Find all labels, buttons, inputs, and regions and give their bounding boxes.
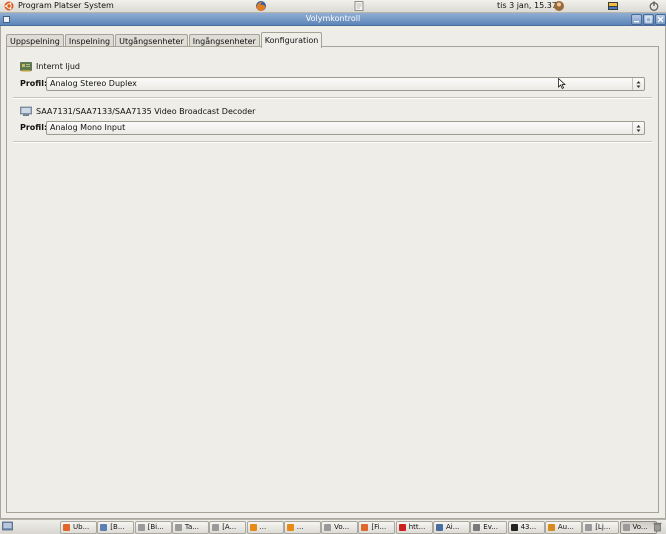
app-icon [510, 524, 518, 531]
maximize-icon [645, 16, 652, 23]
section-divider [13, 141, 652, 143]
taskbar-button[interactable]: htt... [395, 521, 433, 534]
app-icon [547, 524, 555, 531]
taskbar-button[interactable]: Au... [544, 521, 582, 534]
taskbar-button[interactable]: [A... [209, 521, 247, 534]
taskbar-button-label: Ta... [184, 523, 199, 531]
taskbar-button-label: ... [259, 523, 267, 531]
menu-program[interactable]: Program [18, 0, 52, 12]
app-icon [174, 524, 182, 531]
maximize-button[interactable] [643, 14, 654, 25]
profile-combo-internal-audio[interactable]: Analog Stereo Duplex [46, 77, 645, 91]
taskbar-button-label: [A... [222, 523, 237, 531]
app-icon [585, 524, 593, 531]
app-icon [249, 524, 257, 531]
taskbar-button[interactable]: ... [283, 521, 321, 534]
show-desktop-icon[interactable] [2, 521, 13, 532]
combo-updown-icon [632, 122, 644, 134]
taskbar-button[interactable]: Ai... [433, 521, 470, 534]
keyboard-layout-icon[interactable] [607, 0, 619, 12]
power-icon[interactable] [648, 0, 660, 12]
clock[interactable]: tis 3 jan, 15.37 [497, 0, 557, 12]
close-icon [657, 16, 664, 23]
tab-konfiguration[interactable]: Konfiguration [260, 32, 323, 48]
taskbar-button[interactable]: Ub... [60, 521, 97, 534]
taskbar-button-label: [Bi... [147, 523, 164, 531]
app-icon [212, 524, 220, 531]
sound-card-icon [20, 62, 32, 72]
taskbar-button[interactable]: [Lj... [582, 521, 620, 534]
bottom-panel: Ub... [B... [Bi... Ta... [A......... Vo... [Fi… [0, 519, 666, 534]
taskbar-button[interactable]: 43... [507, 521, 545, 534]
taskbar-button-label: Vo... [632, 523, 648, 531]
device-name: SAA7131/SAA7133/SAA7135 Video Broadcast … [36, 107, 256, 116]
app-icon [137, 524, 145, 531]
app-icon [63, 524, 70, 531]
taskbar-button[interactable]: Vo... [321, 521, 359, 534]
menu-platser[interactable]: Platser [54, 0, 81, 12]
taskbar-button[interactable]: Ta... [171, 521, 209, 534]
profile-combo-video-decoder[interactable]: Analog Mono Input [46, 121, 645, 135]
user-status-icon[interactable] [553, 0, 565, 12]
profile-label: Profil: [20, 123, 48, 132]
firefox-launcher-icon[interactable] [255, 0, 267, 12]
konfiguration-page: Internt ljud Profil: Analog Stereo Duple… [6, 46, 659, 513]
menu-system[interactable]: System [84, 0, 114, 12]
app-icon [286, 524, 294, 531]
top-panel: Program Platser System tis 3 jan, 15.37 [0, 0, 666, 13]
taskbar-button-label: Vo... [334, 523, 350, 531]
taskbar-button-label: htt... [408, 523, 426, 531]
notes-launcher-icon[interactable] [353, 0, 365, 12]
taskbar-button[interactable]: ... [246, 521, 284, 534]
app-icon [361, 524, 369, 531]
taskbar-button-label: [B... [110, 523, 125, 531]
taskbar-button-label: Ev... [483, 523, 498, 531]
app-icon [473, 524, 481, 531]
taskbar-button-label: Ai... [446, 523, 460, 531]
profile-value: Analog Stereo Duplex [50, 79, 137, 88]
window-title: Volymkontroll [305, 14, 361, 23]
app-icon [622, 524, 630, 531]
taskbar-button[interactable]: [Fi... [358, 521, 396, 534]
taskbar-button-label: ... [296, 523, 304, 531]
taskbar-button-label: [Lj... [595, 523, 611, 531]
taskbar-button-label: 43... [520, 523, 537, 531]
device-name: Internt ljud [36, 62, 80, 71]
close-button[interactable] [655, 14, 666, 25]
mouse-cursor-icon [558, 78, 566, 89]
minimize-button[interactable] [631, 14, 642, 25]
app-icon [100, 524, 108, 531]
section-divider [13, 97, 652, 99]
app-icon [398, 524, 406, 531]
trash-icon[interactable] [652, 521, 663, 532]
taskbar-button[interactable]: [B... [97, 521, 135, 534]
taskbar-button-label: [Fi... [371, 523, 387, 531]
minimize-icon [634, 21, 639, 23]
profile-label: Profil: [20, 79, 48, 88]
app-icon [436, 524, 443, 531]
taskbar-button[interactable]: [Bi... [134, 521, 172, 534]
ubuntu-logo-icon[interactable] [4, 1, 14, 11]
tab-bar: Uppspelning Inspelning Utgångsenheter In… [6, 32, 323, 48]
video-decoder-icon [20, 106, 32, 116]
combo-updown-icon [632, 78, 644, 90]
window-titlebar[interactable]: Volymkontroll [0, 13, 666, 26]
taskbar-button-label: Ub... [73, 523, 90, 531]
app-icon [324, 524, 332, 531]
taskbar-button[interactable]: Ev... [470, 521, 508, 534]
taskbar-button[interactable]: Vo... [619, 521, 657, 534]
taskbar-button-label: Au... [557, 523, 574, 531]
profile-value: Analog Mono Input [50, 123, 126, 132]
